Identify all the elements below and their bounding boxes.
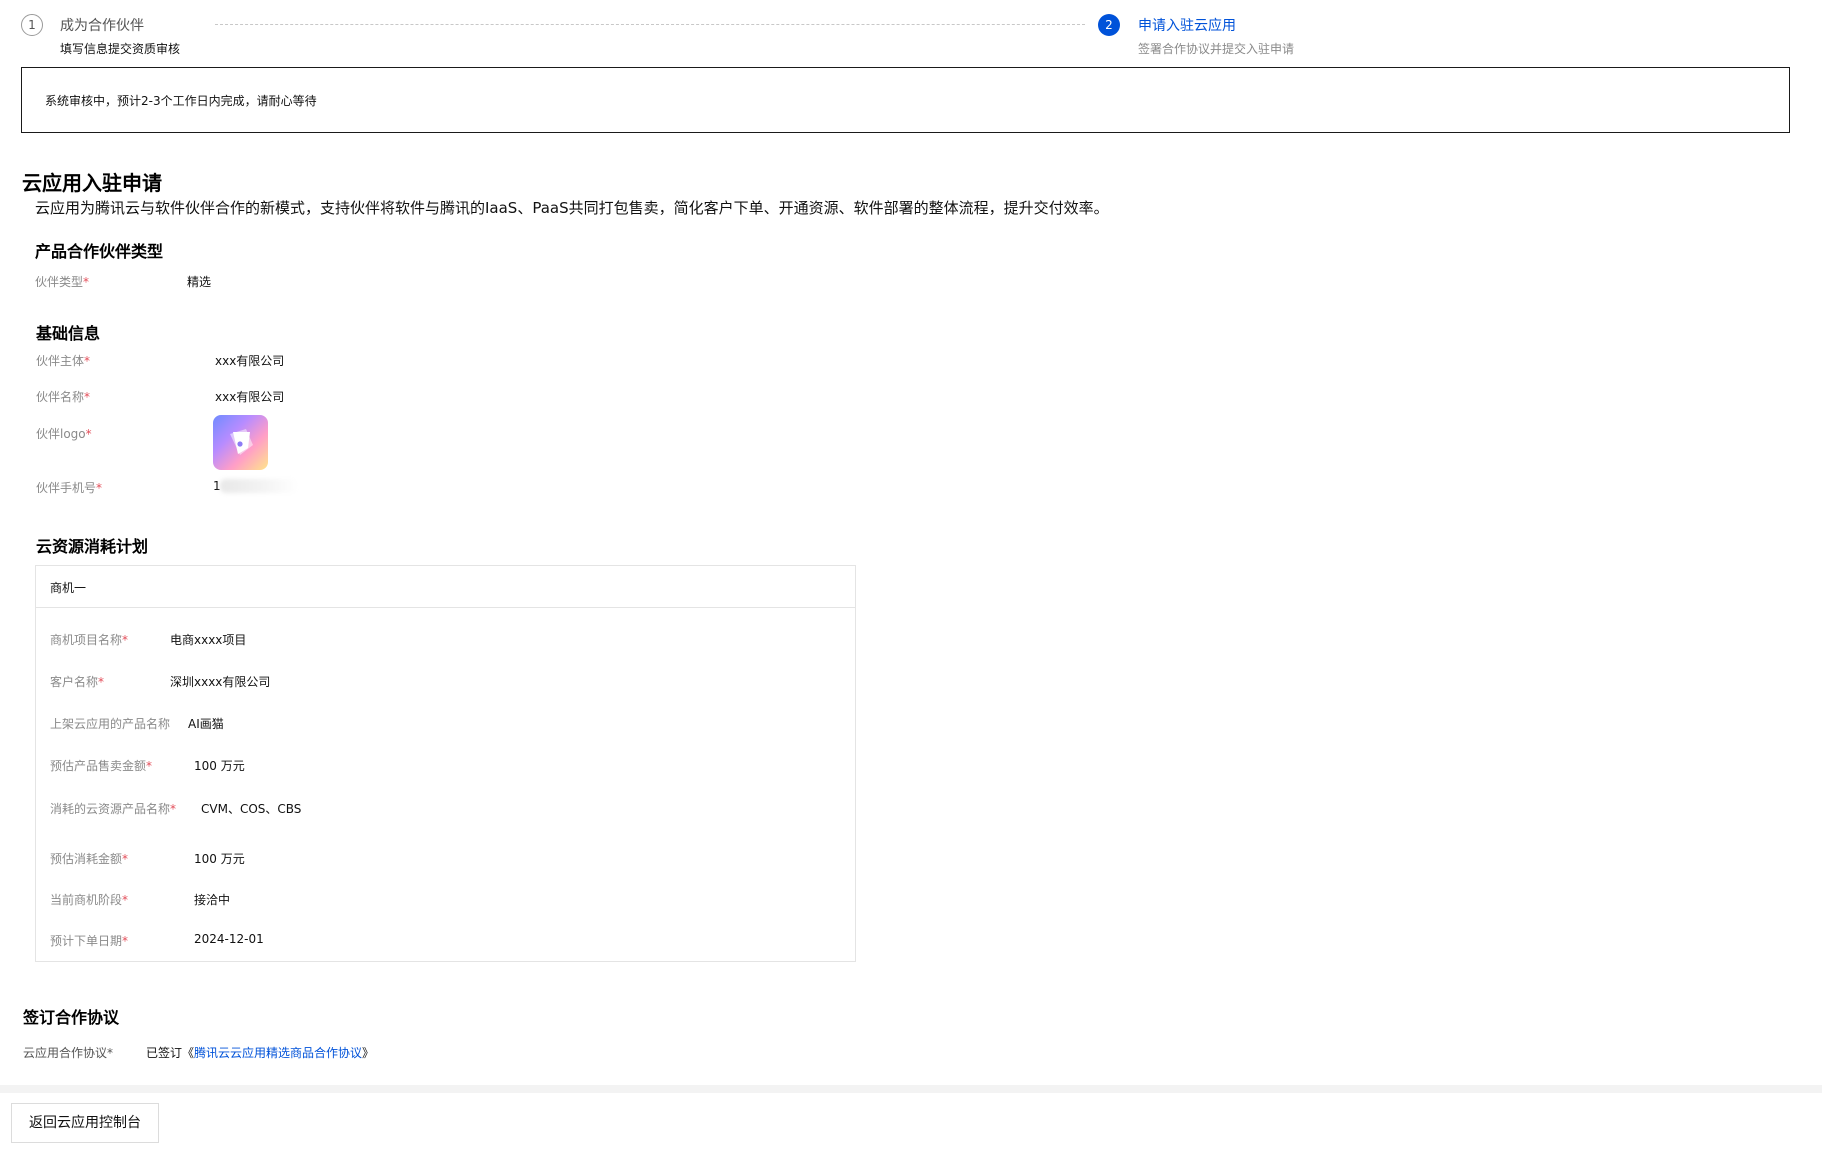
agreement-value: 已签订《腾讯云云应用精选商品合作协议》 <box>146 1044 374 1061</box>
customer-name-label: 客户名称* <box>50 675 105 689</box>
back-to-console-button[interactable]: 返回云应用控制台 <box>11 1103 159 1143</box>
agreement-label: 云应用合作协议* <box>23 1046 114 1060</box>
project-name-label: 商机项目名称* <box>50 633 129 647</box>
opportunity-stage-value: 接洽中 <box>194 893 231 907</box>
consume-amount-label: 预估消耗金额* <box>50 852 129 866</box>
footer-divider <box>0 1085 1822 1093</box>
step-2-title: 申请入驻云应用 <box>1138 18 1236 34</box>
customer-name-value: 深圳xxxx有限公司 <box>170 675 271 689</box>
partner-type-label: 伙伴类型* <box>35 275 90 289</box>
partner-phone-label: 伙伴手机号* <box>36 481 103 495</box>
partner-logo-label: 伙伴logo* <box>36 427 92 441</box>
opportunity-card: 商机一 商机项目名称* 电商xxxx项目 客户名称* 深圳xxxx有限公司 上架… <box>35 565 856 962</box>
step-1-title: 成为合作伙伴 <box>60 18 144 34</box>
basic-info-heading: 基础信息 <box>36 324 101 343</box>
step-connector <box>215 24 1085 25</box>
opportunity-card-title: 商机一 <box>50 581 87 595</box>
agreement-heading: 签订合作协议 <box>23 1008 120 1027</box>
product-name-label: 上架云应用的产品名称 <box>50 717 171 731</box>
partner-entity-label: 伙伴主体* <box>36 354 91 368</box>
partner-name-value: xxx有限公司 <box>215 390 285 404</box>
step-1-desc: 填写信息提交资质审核 <box>60 42 181 56</box>
partner-name-label: 伙伴名称* <box>36 390 91 404</box>
partner-type-value: 精选 <box>187 275 212 289</box>
resource-products-label: 消耗的云资源产品名称* <box>50 802 177 816</box>
opportunity-stage-label: 当前商机阶段* <box>50 893 129 907</box>
step-2-number: 2 <box>1098 14 1120 36</box>
consumption-plan-heading: 云资源消耗计划 <box>36 537 149 556</box>
order-date-label: 预计下单日期* <box>50 934 129 948</box>
phone-redaction <box>220 479 298 493</box>
opportunity-card-header: 商机一 <box>36 566 855 608</box>
order-date-value: 2024-12-01 <box>194 932 264 946</box>
partner-logo-image <box>213 415 268 470</box>
tag-icon <box>230 429 253 455</box>
consume-amount-value: 100 万元 <box>194 852 245 866</box>
agreement-link[interactable]: 腾讯云云应用精选商品合作协议 <box>194 1046 362 1060</box>
resource-products-value: CVM、COS、CBS <box>201 802 302 816</box>
partner-entity-value: xxx有限公司 <box>215 354 285 368</box>
page-description: 云应用为腾讯云与软件伙伴合作的新模式，支持伙伴将软件与腾讯的IaaS、PaaS共… <box>35 199 1109 217</box>
step-2-desc: 签署合作协议并提交入驻申请 <box>1138 42 1295 56</box>
product-name-value: AI画猫 <box>188 717 224 731</box>
agreement-suffix: 》 <box>362 1046 375 1060</box>
agreement-prefix: 已签订《 <box>146 1046 195 1060</box>
sales-amount-label: 预估产品售卖金额* <box>50 759 153 773</box>
partner-type-heading: 产品合作伙伴类型 <box>35 242 164 261</box>
review-notice: 系统审核中，预计2-3个工作日内完成，请耐心等待 <box>21 67 1790 133</box>
page-title: 云应用入驻申请 <box>22 171 162 195</box>
sales-amount-value: 100 万元 <box>194 759 245 773</box>
step-1-number: 1 <box>21 14 43 36</box>
review-notice-text: 系统审核中，预计2-3个工作日内完成，请耐心等待 <box>45 94 317 108</box>
project-name-value: 电商xxxx项目 <box>170 633 247 647</box>
